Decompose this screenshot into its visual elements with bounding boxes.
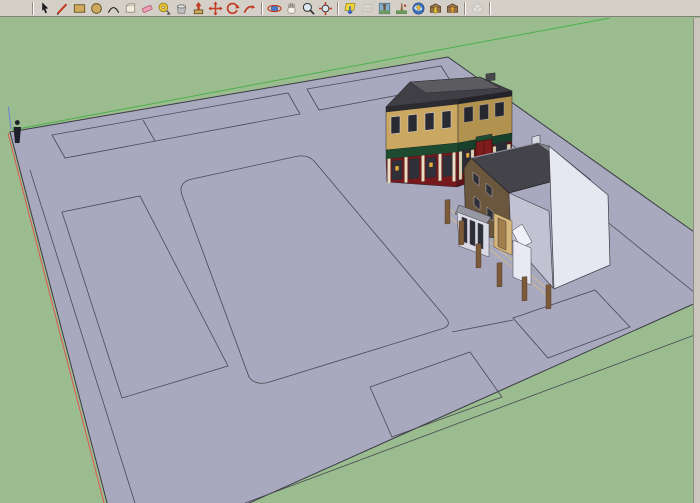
house-fence-post [445,200,450,225]
house-bay-window [470,220,475,246]
rotate-icon [225,1,240,16]
circle-tool-button[interactable] [88,1,105,16]
pan-tool-button[interactable] [283,1,300,16]
google-earth-tool-button[interactable] [410,1,427,16]
follow-me-icon [242,1,257,16]
share-model-icon [445,1,460,16]
make-component-tool-button[interactable] [122,1,139,16]
toolbar-drag-handle[interactable] [32,2,34,15]
pub-window-light [466,153,470,159]
component-box-tool-button[interactable] [469,1,486,16]
tape-measure-tool-button[interactable] [156,1,173,16]
rotate-tool-button[interactable] [224,1,241,16]
add-location-icon [394,1,409,16]
pub-window [425,112,434,130]
arc-tool-button[interactable] [105,1,122,16]
sketchup-window [0,0,700,503]
pub-window [495,102,504,117]
pub-pilaster [422,155,425,181]
move-tool-button[interactable] [207,1,224,16]
zoom-tool-button[interactable] [300,1,317,16]
pub-ground-window [443,155,453,177]
pub-ground-window [409,158,419,179]
rectangle-tool-button[interactable] [71,1,88,16]
share-model-tool-button[interactable] [444,1,461,16]
pan-icon [284,1,299,16]
eraser-tool-button[interactable] [139,1,156,16]
person-head [15,120,20,125]
orbit-icon [267,1,282,16]
house-fence-post [476,244,481,269]
get-models-icon [428,1,443,16]
house-fence-post [522,277,527,302]
push-pull-icon [191,1,206,16]
pub-window-light [429,162,433,167]
toolbar-separator [489,2,491,15]
toolbar-spacer [2,0,29,17]
component-box-icon [470,1,485,16]
pub-window [442,111,451,129]
select-tool-button[interactable] [37,1,54,16]
line-tool-button[interactable] [54,1,71,16]
pub-window [408,114,417,132]
zoom-extents-icon [318,1,333,16]
photo-textures-icon [377,1,392,16]
push-pull-tool-button[interactable] [190,1,207,16]
toggle-terrain-tool-button[interactable] [359,1,376,16]
rectangle-icon [72,1,87,16]
pub-window [480,104,489,120]
pub-pilaster [388,159,391,184]
zoom-extents-tool-button[interactable] [317,1,334,16]
pub-pilaster [439,154,442,181]
toggle-terrain-icon [360,1,375,16]
pub-chimney [486,73,495,81]
make-component-icon [123,1,138,16]
window-right-border [693,18,700,503]
house-fence-post [459,221,464,246]
pub-window [391,116,400,134]
house-fence-post [546,285,551,310]
toolbar-separator [464,2,466,15]
pub-window-light [395,166,399,171]
toolbar [0,0,700,17]
photo-textures-tool-button[interactable] [376,1,393,16]
toolbar-separator [261,2,263,15]
toolbar-separator [337,2,339,15]
move-icon [208,1,223,16]
pub-window [464,106,473,122]
orbit-tool-button[interactable] [266,1,283,16]
pub-pilaster [459,151,462,180]
tape-measure-icon [157,1,172,16]
get-current-view-icon [343,1,358,16]
pub-pilaster [405,157,408,183]
eraser-icon [140,1,155,16]
house-fence-post [497,263,502,288]
add-location-tool-button[interactable] [393,1,410,16]
follow-me-tool-button[interactable] [241,1,258,16]
zoom-icon [301,1,316,16]
select-icon [38,1,53,16]
paint-bucket-icon [174,1,189,16]
paint-bucket-tool-button[interactable] [173,1,190,16]
3d-viewport[interactable] [0,18,700,503]
circle-icon [89,1,104,16]
google-earth-icon [411,1,426,16]
get-current-view-tool-button[interactable] [342,1,359,16]
pub-pilaster [453,152,456,181]
line-icon [55,1,70,16]
house-door-inner [498,218,506,250]
get-models-tool-button[interactable] [427,1,444,16]
arc-icon [106,1,121,16]
